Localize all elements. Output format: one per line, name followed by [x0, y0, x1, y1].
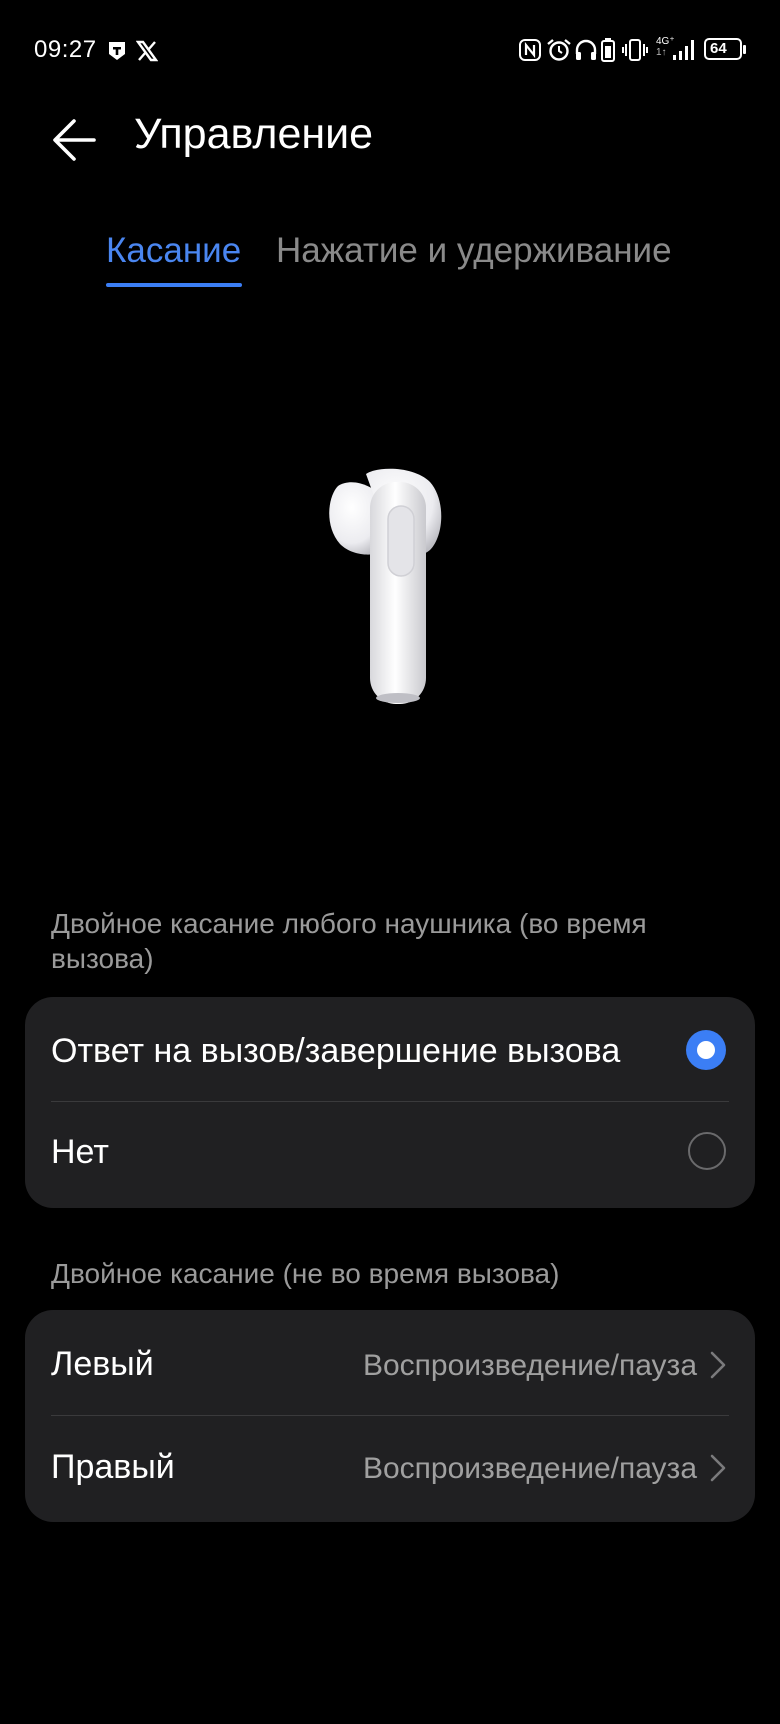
radio-selected[interactable]	[686, 1030, 726, 1070]
option-label: Ответ на вызов/завершение вызова	[51, 1032, 621, 1070]
earbud-battery-icon	[601, 38, 615, 62]
arrow-left-icon	[53, 119, 96, 161]
section-label-line1: Двойное касание любого наушника (во врем…	[51, 908, 647, 939]
status-bar: 09:27 4G⁺ 1↑ 64	[0, 0, 780, 100]
status-time: 09:27	[34, 36, 97, 63]
radio-unselected[interactable]	[688, 1132, 726, 1170]
chevron-right-icon	[710, 1351, 726, 1379]
app-bar: Управление	[0, 90, 780, 190]
row-left-earbud[interactable]: Левый Воспроизведение/пауза	[25, 1310, 755, 1412]
call-options-card: Ответ на вызов/завершение вызова Нет	[25, 997, 755, 1208]
section-label-during-call: Двойное касание любого наушника (во врем…	[51, 906, 647, 976]
option-answer-end-call[interactable]: Ответ на вызов/завершение вызова	[25, 997, 755, 1099]
row-value: Воспроизведение/пауза	[362, 1452, 697, 1485]
tap-actions-card: Левый Воспроизведение/пауза Правый Воспр…	[25, 1310, 755, 1522]
tab-tap[interactable]: Касание	[106, 231, 241, 271]
row-right-earbud[interactable]: Правый Воспроизведение/пауза	[25, 1416, 755, 1518]
vibrate-icon	[622, 39, 648, 61]
notification-icon	[109, 42, 125, 60]
chevron-right-icon	[710, 1454, 726, 1482]
section-label-line2: вызова)	[51, 943, 154, 974]
x-logo-icon	[136, 40, 158, 62]
page-title: Управление	[134, 110, 374, 158]
back-button[interactable]	[44, 108, 108, 172]
tab-press-and-hold[interactable]: Нажатие и удерживание	[276, 231, 672, 271]
row-value: Воспроизведение/пауза	[362, 1349, 697, 1382]
signal-icon	[673, 40, 694, 60]
earbud-image	[329, 468, 442, 704]
nfc-icon	[519, 39, 541, 61]
battery-cap	[743, 45, 746, 54]
headphones-icon	[575, 39, 597, 60]
section-label-not-during-call: Двойное касание (не во время вызова)	[51, 1258, 560, 1289]
alarm-icon	[547, 39, 571, 61]
tab-bar: Касание Нажатие и удерживание	[0, 225, 780, 295]
tab-indicator	[106, 283, 242, 287]
option-label: Нет	[51, 1133, 109, 1171]
option-none[interactable]: Нет	[25, 1102, 755, 1204]
row-label: Левый	[51, 1345, 154, 1383]
battery-icon: 64	[704, 38, 742, 60]
row-label: Правый	[51, 1448, 175, 1486]
